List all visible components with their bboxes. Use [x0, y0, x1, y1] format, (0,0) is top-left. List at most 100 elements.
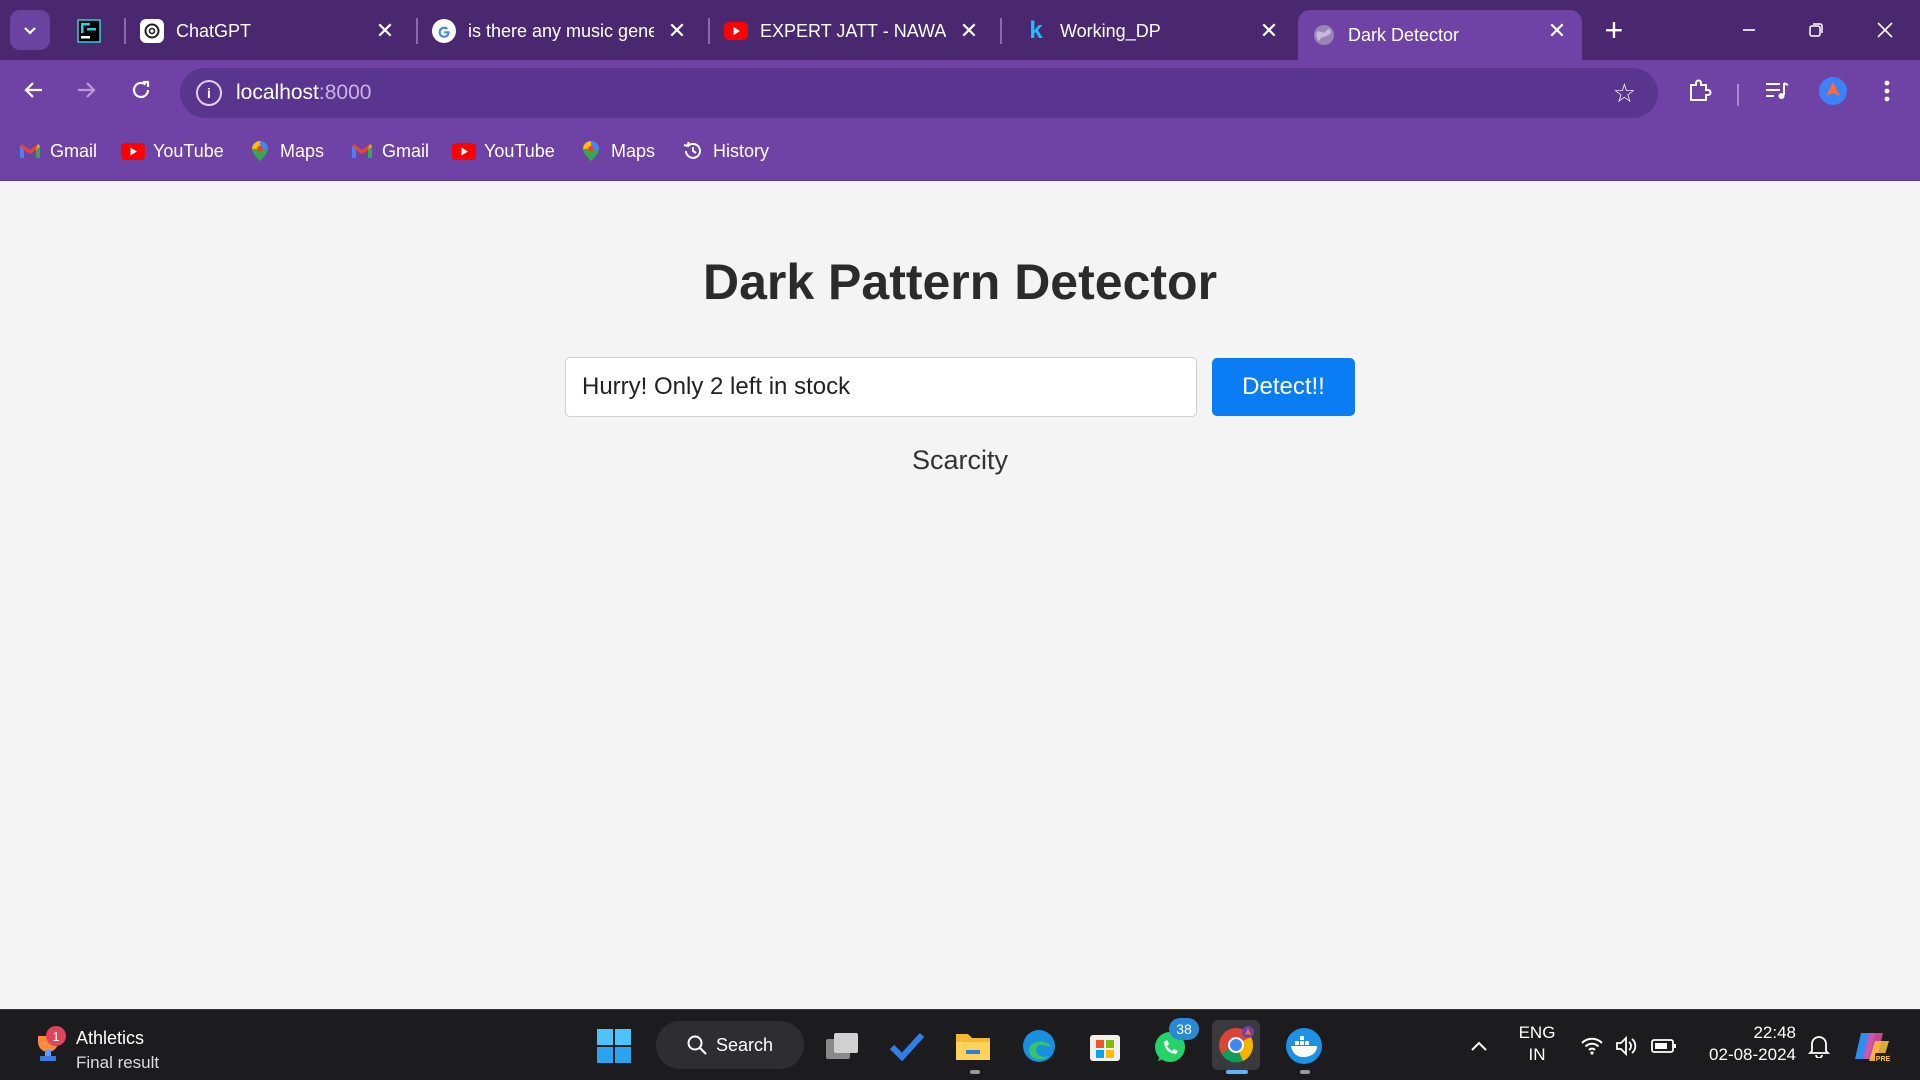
system-clock[interactable]: 22:48 02-08-2024: [1696, 1022, 1796, 1066]
detect-button[interactable]: Detect!!: [1212, 358, 1355, 416]
avatar: [1819, 77, 1847, 105]
page-title: Dark Pattern Detector: [702, 254, 1218, 310]
close-icon[interactable]: ✕: [956, 18, 982, 44]
globe-icon: [1312, 23, 1336, 47]
copilot-icon: PRE: [1855, 1033, 1891, 1063]
clock-time: 22:48: [1753, 1023, 1796, 1042]
todo-app[interactable]: [885, 1024, 929, 1068]
media-controls-button[interactable]: [1762, 76, 1792, 106]
close-icon[interactable]: ✕: [1256, 18, 1282, 44]
toolbar-separator: [1737, 84, 1739, 106]
browser-toolbar: i localhost:8000 ☆: [0, 60, 1920, 120]
chrome-app[interactable]: [1212, 1020, 1260, 1070]
tab-dark-detector[interactable]: Dark Detector ✕: [1298, 10, 1582, 60]
restore-button[interactable]: [1792, 10, 1840, 50]
running-indicator: [1300, 1070, 1310, 1074]
back-button[interactable]: [16, 72, 52, 108]
tab-kaggle[interactable]: k Working_DP ✕: [1010, 10, 1294, 52]
bookmark-star-icon[interactable]: ☆: [1613, 78, 1636, 109]
microsoft-store-app[interactable]: [1083, 1024, 1127, 1068]
docker-app[interactable]: [1282, 1024, 1326, 1068]
new-tab-button[interactable]: +: [1598, 12, 1630, 48]
tab-title: is there any music gene: [468, 20, 654, 41]
show-hidden-icons-button[interactable]: [1457, 1024, 1501, 1068]
tab-chatgpt[interactable]: ChatGPT ✕: [126, 10, 410, 52]
pinned-tab-pycharm[interactable]: [72, 14, 106, 48]
arrow-right-icon: [78, 82, 96, 98]
chevron-down-icon: [24, 27, 36, 35]
edge-app[interactable]: [1017, 1024, 1061, 1068]
menu-button[interactable]: [1872, 76, 1902, 106]
task-view-button[interactable]: [820, 1024, 864, 1068]
whatsapp-app[interactable]: 38: [1149, 1018, 1199, 1068]
chrome-icon: [1219, 1026, 1254, 1063]
bookmark-youtube-2[interactable]: YouTube: [452, 138, 555, 164]
url-text: localhost:8000: [236, 81, 371, 105]
bookmark-label: Gmail: [382, 140, 430, 161]
search-icon: [687, 1035, 707, 1055]
bookmark-gmail[interactable]: Gmail: [18, 138, 97, 164]
url-port: :8000: [318, 81, 372, 104]
tab-separator: [1000, 18, 1002, 44]
minimize-icon: [1743, 29, 1755, 31]
chevron-up-icon: [1471, 1041, 1487, 1051]
active-indicator: [1226, 1070, 1248, 1074]
playlist-icon: [1766, 82, 1789, 99]
copilot-button[interactable]: PRE: [1850, 1024, 1894, 1068]
clock-date: 02-08-2024: [1709, 1045, 1796, 1064]
widget-title: Athletics: [76, 1028, 145, 1048]
chatgpt-icon: [140, 19, 164, 43]
bookmark-history[interactable]: History: [681, 138, 769, 164]
tab-title: ChatGPT: [176, 20, 252, 41]
gmail-icon: [350, 141, 374, 161]
start-button[interactable]: [592, 1024, 636, 1068]
tab-search-button[interactable]: [10, 10, 50, 50]
bookmark-youtube[interactable]: YouTube: [121, 138, 224, 164]
forward-button[interactable]: [68, 72, 104, 108]
minimize-button[interactable]: [1725, 10, 1773, 50]
notifications-button[interactable]: [1797, 1024, 1841, 1068]
tab-youtube[interactable]: EXPERT JATT - NAWAB ( ✕: [710, 10, 994, 52]
close-icon[interactable]: ✕: [372, 18, 398, 44]
close-icon[interactable]: ✕: [1544, 18, 1570, 44]
close-icon: [1877, 22, 1893, 38]
bookmark-maps[interactable]: Maps: [248, 138, 324, 164]
profile-button[interactable]: [1818, 76, 1848, 106]
reload-button[interactable]: [123, 72, 159, 108]
bookmark-maps-2[interactable]: Maps: [579, 138, 655, 164]
arrow-left-icon: [24, 82, 42, 98]
address-bar[interactable]: i localhost:8000 ☆: [180, 68, 1658, 118]
close-icon[interactable]: ✕: [664, 18, 690, 44]
gmail-icon: [18, 141, 42, 161]
history-icon: [681, 141, 705, 161]
tab-strip: ChatGPT ✕ is there any music gene ✕ EXPE…: [0, 0, 1920, 60]
language-code: ENG: [1518, 1023, 1556, 1042]
weather-widget[interactable]: 1 Athletics Final result: [30, 1020, 190, 1072]
speaker-icon: [1616, 1035, 1637, 1057]
bookmark-label: Maps: [280, 140, 325, 161]
detection-result: Scarcity: [911, 445, 1009, 475]
taskbar-search[interactable]: Search: [656, 1021, 804, 1069]
bookmark-label: YouTube: [153, 140, 224, 161]
language-indicator[interactable]: ENG IN: [1515, 1022, 1559, 1066]
puzzle-icon: [1690, 79, 1712, 101]
kaggle-icon: k: [1029, 17, 1043, 44]
bell-icon: [1808, 1036, 1830, 1058]
bookmarks-bar: Gmail YouTube Maps Gmail YouTube Maps Hi…: [0, 120, 1920, 181]
bookmark-label: Maps: [611, 140, 656, 161]
youtube-icon: [724, 19, 748, 43]
file-explorer-app[interactable]: [951, 1024, 995, 1068]
battery-status[interactable]: [1642, 1024, 1686, 1068]
pycharm-icon: [77, 19, 101, 43]
extensions-button[interactable]: [1684, 76, 1714, 106]
maps-icon: [579, 141, 603, 161]
text-input[interactable]: [565, 357, 1197, 417]
checkmark-icon: [889, 1032, 925, 1061]
bookmark-gmail-2[interactable]: Gmail: [350, 138, 429, 164]
site-info-icon[interactable]: i: [196, 80, 222, 106]
tab-title: Working_DP: [1060, 20, 1161, 41]
bookmark-label: History: [713, 140, 770, 161]
tab-google-search[interactable]: is there any music gene ✕: [418, 10, 702, 52]
close-window-button[interactable]: [1861, 10, 1909, 50]
notification-badge: 1: [46, 1026, 66, 1046]
